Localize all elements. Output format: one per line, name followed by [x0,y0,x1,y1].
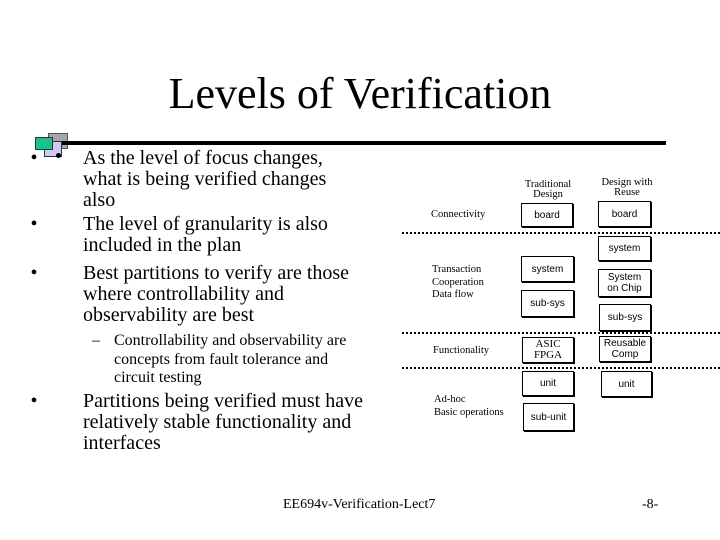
box-reuse-board: board [598,201,651,227]
level-label-line: Basic operations [434,406,504,418]
level-label-line: Data flow [432,289,474,300]
bullet-line: where controllability and [83,283,285,305]
box-traditional-board: board [521,203,573,227]
bullet-line: also [83,189,116,211]
header-design-with-reuse: Design with Reuse [592,177,662,198]
level-label-line: Functionality [433,345,489,356]
bullet-line: observability are best [83,304,255,326]
bullet-item: • Partitions being verified must have re… [26,391,396,454]
level-label-line: Cooperation [432,276,484,288]
box-line: Reusable [603,338,647,349]
box-line: on Chip [607,283,642,294]
level-label-connectivity: Connectivity [431,209,485,222]
title-rule [62,141,666,145]
sub-bullet-item: – Controllability and observability are … [92,332,392,388]
bullet-line: As the level of focus changes, [83,147,323,169]
level-label-adhoc: Ad-hoc Basic operations [434,394,504,419]
bullet-line: The level of granularity is also [83,213,328,235]
box-traditional-subunit: sub-unit [523,403,574,431]
level-label-line: Connectivity [431,209,486,220]
bullet-line: Best partitions to verify are those [83,262,350,284]
level-divider [402,332,720,334]
slide-footer: EE694v-Verification-Lect7 [283,497,436,512]
bullet-marker: • [30,147,38,169]
bullet-line: Partitions being verified must have [83,390,363,412]
level-divider [402,232,720,234]
header-line: Design [533,189,563,200]
level-label-line: Ad-hoc [434,394,466,405]
bullet-item: • Best partitions to verify are those wh… [26,263,396,326]
bullet-marker: • [30,213,38,235]
box-line: Comp [611,349,639,360]
sub-bullet-marker: – [92,332,100,349]
header-line: Reuse [614,187,640,198]
sub-bullet-line: circuit testing [114,369,202,386]
box-traditional-asic-fpga: ASIC FPGA [522,337,574,363]
level-label-line: Transaction [432,264,482,275]
slide-title: Levels of Verification [168,69,552,118]
box-reuse-subsys: sub-sys [599,304,651,331]
bullet-line: what is being verified changes [83,168,327,190]
bullet-item: • As the level of focus changes, what is… [26,148,396,211]
page-number: -8- [642,497,659,512]
sub-bullet-line: Controllability and observability are [114,332,347,349]
box-reuse-system: system [598,236,651,261]
box-reuse-unit: unit [601,371,652,397]
bullet-marker: • [30,262,38,284]
level-divider [402,367,720,369]
box-traditional-system: system [521,256,574,282]
box-line: System [607,272,642,283]
level-label-transaction: Transaction Cooperation Data flow [432,264,484,302]
box-reuse-reusable-comp: Reusable Comp [599,336,651,362]
bullet-marker: • [30,390,38,412]
bullet-line: interfaces [83,432,161,454]
sub-bullet-line: concepts from fault tolerance and [114,350,329,368]
box-reuse-system-on-chip: System on Chip [598,269,651,297]
level-label-functionality: Functionality [433,345,489,358]
bullet-line: relatively stable functionality and [83,411,352,433]
bullet-item: • The level of granularity is also inclu… [26,214,396,256]
box-line: FPGA [533,349,563,361]
box-traditional-unit: unit [522,371,574,396]
header-traditional-design: Traditional Design [516,179,580,200]
bullet-line: included in the plan [83,234,242,256]
box-traditional-subsys: sub-sys [521,290,574,317]
